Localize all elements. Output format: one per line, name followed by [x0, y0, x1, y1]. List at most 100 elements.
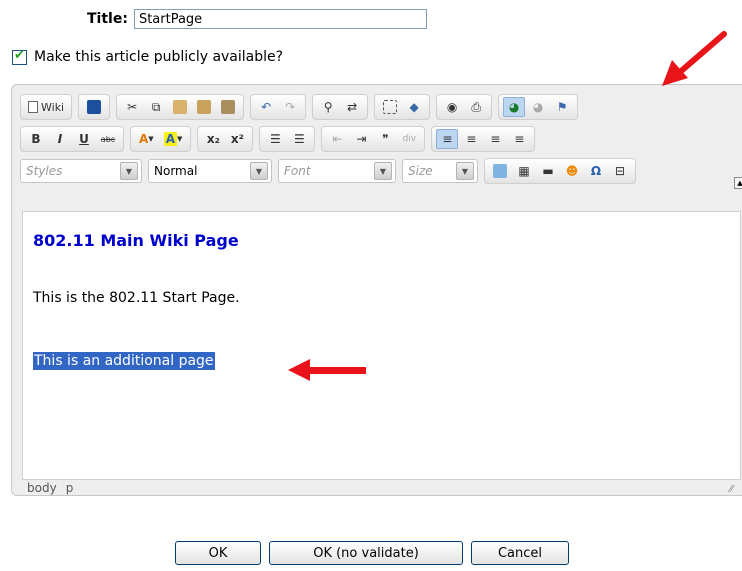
underline-button[interactable]: U: [73, 129, 95, 149]
undo-button[interactable]: ↶: [255, 97, 277, 117]
dialog-buttons: OK OK (no validate) Cancel: [175, 541, 577, 565]
ok-button[interactable]: OK: [175, 541, 261, 565]
flag-icon: ⚑: [556, 100, 568, 114]
toolbar-group-indent: ⇤ ⇥ ❞ div: [321, 126, 426, 152]
outdent-icon: ⇤: [332, 132, 343, 146]
cut-button[interactable]: ✂: [121, 97, 143, 117]
select-all-button[interactable]: [379, 97, 401, 117]
paste-button[interactable]: [169, 97, 191, 117]
format-combo-label: Normal: [154, 164, 198, 178]
document-icon: [28, 101, 38, 113]
remove-format-button[interactable]: ◆: [403, 97, 425, 117]
chevron-down-icon[interactable]: ▼: [250, 162, 268, 180]
toolbar-group-justify: ≡ ≡ ≡ ≡: [431, 126, 536, 152]
replace-icon: ⇄: [347, 100, 358, 114]
size-combo[interactable]: Size ▼: [402, 159, 478, 183]
maximize-button[interactable]: ◉: [441, 97, 463, 117]
special-char-button[interactable]: Ω: [585, 161, 607, 181]
bg-color-button[interactable]: A ▼: [160, 129, 187, 149]
font-combo-label: Font: [284, 164, 311, 178]
strike-button[interactable]: abc: [97, 129, 119, 149]
ok-no-validate-button[interactable]: OK (no validate): [269, 541, 463, 565]
paste-text-button[interactable]: [193, 97, 215, 117]
save-icon: [87, 100, 102, 114]
paste-word-icon: [221, 100, 236, 114]
indent-button[interactable]: ⇥: [350, 129, 372, 149]
chevron-down-icon[interactable]: ▼: [456, 162, 474, 180]
align-justify-icon: ≡: [514, 132, 525, 146]
styles-combo[interactable]: Styles ▼: [20, 159, 142, 183]
paste-icon: [173, 100, 188, 114]
title-input[interactable]: [133, 9, 427, 29]
save-button[interactable]: [83, 97, 105, 117]
blockquote-button[interactable]: ❞: [374, 129, 396, 149]
bold-button[interactable]: B: [25, 129, 47, 149]
annotation-arrow-selection: [288, 359, 366, 381]
editor-content-area[interactable]: 802.11 Main Wiki Page This is the 802.11…: [22, 211, 741, 480]
editor-toolbar: Wiki ✂ ⧉ ↶ ↷ ⚲ ⇄ ◆ ◉ ⎙ ◕ ◕ ⚑ B I U abc A…: [20, 91, 742, 211]
resize-grip-icon[interactable]: ⁄⁄: [730, 484, 733, 495]
toolbar-group-clipboard: ✂ ⧉: [116, 94, 245, 120]
toolbar-group-history: ↶ ↷: [250, 94, 307, 120]
toolbar-group-save: [78, 94, 111, 120]
wiki-button-label: Wiki: [41, 100, 65, 114]
toolbar-row-1: Wiki ✂ ⧉ ↶ ↷ ⚲ ⇄ ◆ ◉ ⎙ ◕ ◕ ⚑: [20, 93, 584, 121]
styles-combo-label: Styles: [26, 164, 63, 178]
toolbar-group-find: ⚲ ⇄: [312, 94, 369, 120]
public-checkbox-label: Make this article publicly available?: [34, 49, 284, 65]
indent-icon: ⇥: [356, 132, 367, 146]
toolbar-collapse-button[interactable]: ▲: [734, 177, 742, 189]
numbered-list-icon: ☰: [269, 132, 281, 146]
wiki-source-button[interactable]: Wiki: [25, 97, 67, 117]
page-break-button[interactable]: ⊟: [609, 161, 631, 181]
unlink-button[interactable]: ◕: [527, 97, 549, 117]
paste-text-icon: [197, 100, 212, 114]
find-button[interactable]: ⚲: [317, 97, 339, 117]
redo-icon: ↷: [285, 100, 296, 114]
align-right-icon: ≡: [490, 132, 501, 146]
title-label: Title:: [87, 11, 128, 27]
align-left-button[interactable]: ≡: [436, 129, 459, 149]
select-all-icon: [383, 100, 398, 114]
numbered-list-button[interactable]: ☰: [264, 129, 286, 149]
cancel-button[interactable]: Cancel: [471, 541, 569, 565]
horizontal-rule-button[interactable]: ▬: [537, 161, 559, 181]
table-button[interactable]: ▦: [513, 161, 535, 181]
link-button[interactable]: ◕: [503, 97, 526, 117]
subscript-button[interactable]: x₂: [202, 129, 224, 149]
chevron-down-icon[interactable]: ▼: [374, 162, 392, 180]
table-icon: ▦: [518, 164, 530, 178]
image-button[interactable]: [489, 161, 511, 181]
unlink-icon: ◕: [532, 100, 544, 114]
anchor-button[interactable]: ⚑: [551, 97, 573, 117]
superscript-button[interactable]: x²: [226, 129, 248, 149]
div-button[interactable]: div: [398, 129, 420, 149]
font-combo[interactable]: Font ▼: [278, 159, 396, 183]
text-color-icon: A: [139, 132, 149, 146]
chevron-down-icon[interactable]: ▼: [120, 162, 138, 180]
paste-word-button[interactable]: [217, 97, 239, 117]
italic-button[interactable]: I: [49, 129, 71, 149]
replace-button[interactable]: ⇄: [341, 97, 363, 117]
text-color-button[interactable]: A ▼: [135, 129, 158, 149]
toolbar-group-link: ◕ ◕ ⚑: [498, 94, 579, 120]
eraser-icon: ◆: [409, 100, 419, 114]
public-checkbox[interactable]: [12, 48, 27, 65]
bulleted-list-button[interactable]: ☰: [288, 129, 310, 149]
redo-button[interactable]: ↷: [279, 97, 301, 117]
path-item-p[interactable]: p: [66, 481, 74, 495]
outdent-button[interactable]: ⇤: [326, 129, 348, 149]
content-paragraph: This is the 802.11 Start Page.: [33, 290, 240, 306]
preview-button[interactable]: ⎙: [465, 97, 487, 117]
format-combo[interactable]: Normal ▼: [148, 159, 272, 183]
align-justify-button[interactable]: ≡: [508, 129, 530, 149]
public-checkbox-row[interactable]: Make this article publicly available?: [12, 48, 284, 65]
smiley-button[interactable]: ☻: [561, 161, 583, 181]
path-item-body[interactable]: body: [27, 481, 57, 495]
rich-text-editor: Wiki ✂ ⧉ ↶ ↷ ⚲ ⇄ ◆ ◉ ⎙ ◕ ◕ ⚑ B I U abc A…: [11, 84, 742, 496]
align-right-button[interactable]: ≡: [484, 129, 506, 149]
toolbar-group-script: x₂ x²: [197, 126, 254, 152]
copy-button[interactable]: ⧉: [145, 97, 167, 117]
align-center-button[interactable]: ≡: [460, 129, 482, 149]
undo-icon: ↶: [261, 100, 272, 114]
